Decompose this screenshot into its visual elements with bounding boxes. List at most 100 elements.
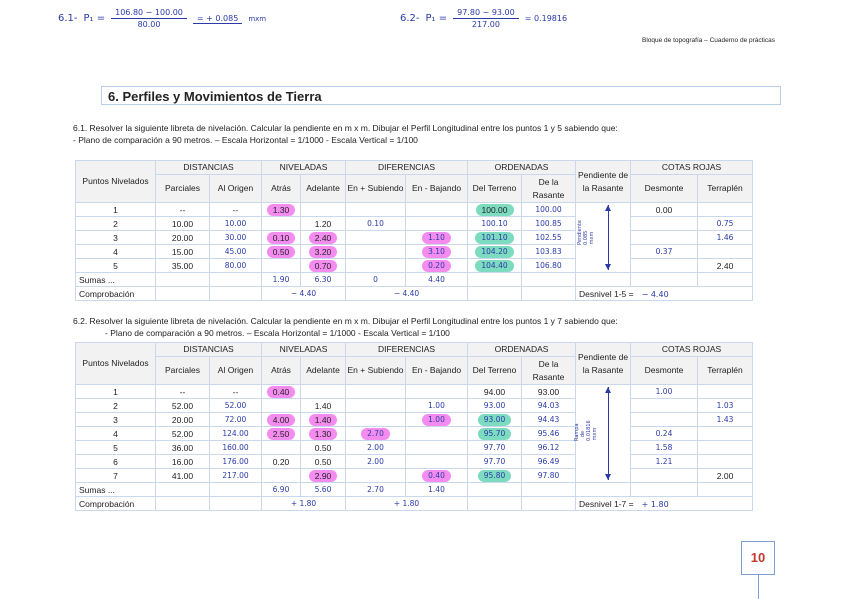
comprobacion-diferencias: + 1.80 xyxy=(345,496,469,511)
exercise-2-statement: 6.2. Resolver la siguiente libreta de ni… xyxy=(73,315,618,339)
cell-terraplen xyxy=(697,454,754,469)
highlighted-value: 0.40 xyxy=(266,385,296,398)
cell-puntos: 2 xyxy=(75,398,156,413)
cell-subiendo xyxy=(345,468,407,483)
subheader-bajando: En - Bajando xyxy=(405,174,469,203)
header-niveladas: NIVELADAS xyxy=(261,342,347,357)
header-diferencias: DIFERENCIAS xyxy=(345,160,469,175)
sumas-bajando: 1.40 xyxy=(405,482,469,497)
cell-rasante: 97.80 xyxy=(521,468,577,483)
cell-puntos: 3 xyxy=(75,230,156,245)
empty-cell xyxy=(575,482,632,497)
cell-adelante: 0.70 xyxy=(300,258,347,273)
cell-subiendo: 2.70 xyxy=(345,426,407,441)
cell-subiendo: 2.00 xyxy=(345,454,407,469)
empty-cell xyxy=(697,482,754,497)
cell-al-origen: 10.00 xyxy=(208,216,263,231)
cell-adelante: 3.20 xyxy=(300,244,347,259)
cell-terreno: 95.80 xyxy=(467,468,523,483)
subheader-bajando: En - Bajando xyxy=(405,356,469,385)
cell-terraplen: 1.03 xyxy=(697,398,754,413)
cell-terraplen: 0.75 xyxy=(697,216,754,231)
cell-adelante: 2.90 xyxy=(300,468,347,483)
highlighted-value: 104.20 xyxy=(475,245,514,258)
cell-puntos: 1 xyxy=(75,384,156,399)
cell-parciales: -- xyxy=(155,202,210,217)
formula-6-2: 6.2- P₁ = 97.80 − 93.00 217.00 = 0.19816 xyxy=(400,8,567,29)
subheader-terreno: Del Terreno xyxy=(467,356,523,385)
table-row: 4 52.00 124.00 2.50 1.30 2.70 95.70 95.46 0.24 xyxy=(75,426,754,441)
subheader-terraplen: Terraplén xyxy=(697,174,754,203)
header-ordenadas: ORDENADAS xyxy=(467,342,577,357)
cell-desmonte xyxy=(630,230,699,245)
cell-terreno: 101.10 xyxy=(467,230,523,245)
cell-al-origen: 72.00 xyxy=(208,412,263,427)
cell-parciales: 16.00 xyxy=(155,454,210,469)
header-cotas-rojas: COTAS ROJAS xyxy=(630,342,754,357)
desnivel-value: + 1.80 xyxy=(641,499,669,509)
cell-terreno: 93.00 xyxy=(467,412,523,427)
leveling-table-2: Puntos Nivelados DISTANCIAS NIVELADAS DIFER… xyxy=(75,342,754,511)
cell-terraplen: 2.00 xyxy=(697,468,754,483)
double-arrow-icon xyxy=(605,205,612,270)
sumas-adelante: 6.30 xyxy=(300,272,347,287)
empty-cell xyxy=(467,496,523,511)
cell-al-origen: 124.00 xyxy=(208,426,263,441)
subheader-desmonte: Desmonte xyxy=(630,174,699,203)
formula-label: 6.1- xyxy=(58,13,78,24)
cell-rasante: 100.00 xyxy=(521,202,577,217)
cell-terraplen xyxy=(697,202,754,217)
cell-puntos: 5 xyxy=(75,258,156,273)
cell-atras xyxy=(261,258,302,273)
sumas-atras: 1.90 xyxy=(261,272,302,287)
subheader-al-origen: Al Origen xyxy=(208,356,263,385)
desnivel-label: Desnivel 1-5 = xyxy=(579,288,634,299)
empty-cell xyxy=(155,496,210,511)
table-row: 4 15.00 45.00 0.50 3.20 3.10 104.20 103.83 0.37 xyxy=(75,244,754,259)
highlighted-value: 4.00 xyxy=(266,413,296,426)
cell-bajando xyxy=(405,216,469,231)
header-pendiente: Pendiente de la Rasante xyxy=(575,160,632,203)
header-distancias: DISTANCIAS xyxy=(154,342,263,357)
highlighted-value: 2.70 xyxy=(361,427,390,440)
cell-subiendo xyxy=(345,412,407,427)
cell-terreno: 100.10 xyxy=(467,216,523,231)
highlighted-value: 1.30 xyxy=(308,427,338,440)
cell-atras xyxy=(261,468,302,483)
cell-atras xyxy=(261,216,302,231)
cell-atras: 4.00 xyxy=(261,412,302,427)
table-row: 6 16.00 176.00 0.20 0.50 2.00 97.70 96.49 1.21 xyxy=(75,454,754,469)
header-distancias: DISTANCIAS xyxy=(154,160,263,175)
cell-bajando xyxy=(405,202,469,217)
cell-subiendo xyxy=(345,230,407,245)
highlighted-value: 1.00 xyxy=(422,413,451,426)
subheader-subiendo: En + Subiendo xyxy=(345,174,407,203)
pendiente-note: Rampa de 0.01816 mxm xyxy=(574,419,599,441)
formula-result: = + 0.085 xyxy=(192,14,243,24)
cell-al-origen: 80.00 xyxy=(208,258,263,273)
cell-al-origen: 217.00 xyxy=(208,468,263,483)
highlighted-value: 93.00 xyxy=(477,413,512,426)
table-row: 2 52.00 52.00 1.40 1.00 93.00 94.03 1.03 xyxy=(75,398,754,413)
empty-cell xyxy=(467,482,523,497)
cell-adelante: 0.50 xyxy=(300,454,347,469)
subheader-adelante: Adelante xyxy=(300,174,347,203)
cell-rasante: 94.03 xyxy=(521,398,577,413)
cell-desmonte: 1.58 xyxy=(630,440,699,455)
cell-atras: 0.10 xyxy=(261,230,302,245)
cell-bajando: 0.20 xyxy=(405,258,469,273)
empty-cell xyxy=(155,272,210,287)
cell-terreno: 97.70 xyxy=(467,454,523,469)
cell-bajando: 1.00 xyxy=(405,398,469,413)
cell-atras xyxy=(261,398,302,413)
statement-line: - Plano de comparación a 90 metros. – Es… xyxy=(105,328,450,338)
highlighted-value: 2.40 xyxy=(308,231,338,244)
empty-cell xyxy=(208,286,263,301)
cell-subiendo xyxy=(345,244,407,259)
highlighted-value: 1.30 xyxy=(266,203,296,216)
cell-rasante: 96.12 xyxy=(521,440,577,455)
cell-puntos: 4 xyxy=(75,426,156,441)
cell-bajando xyxy=(405,440,469,455)
cell-adelante: 2.40 xyxy=(300,230,347,245)
sumas-row: Sumas ... 1.90 6.30 0 4.40 xyxy=(75,272,754,287)
